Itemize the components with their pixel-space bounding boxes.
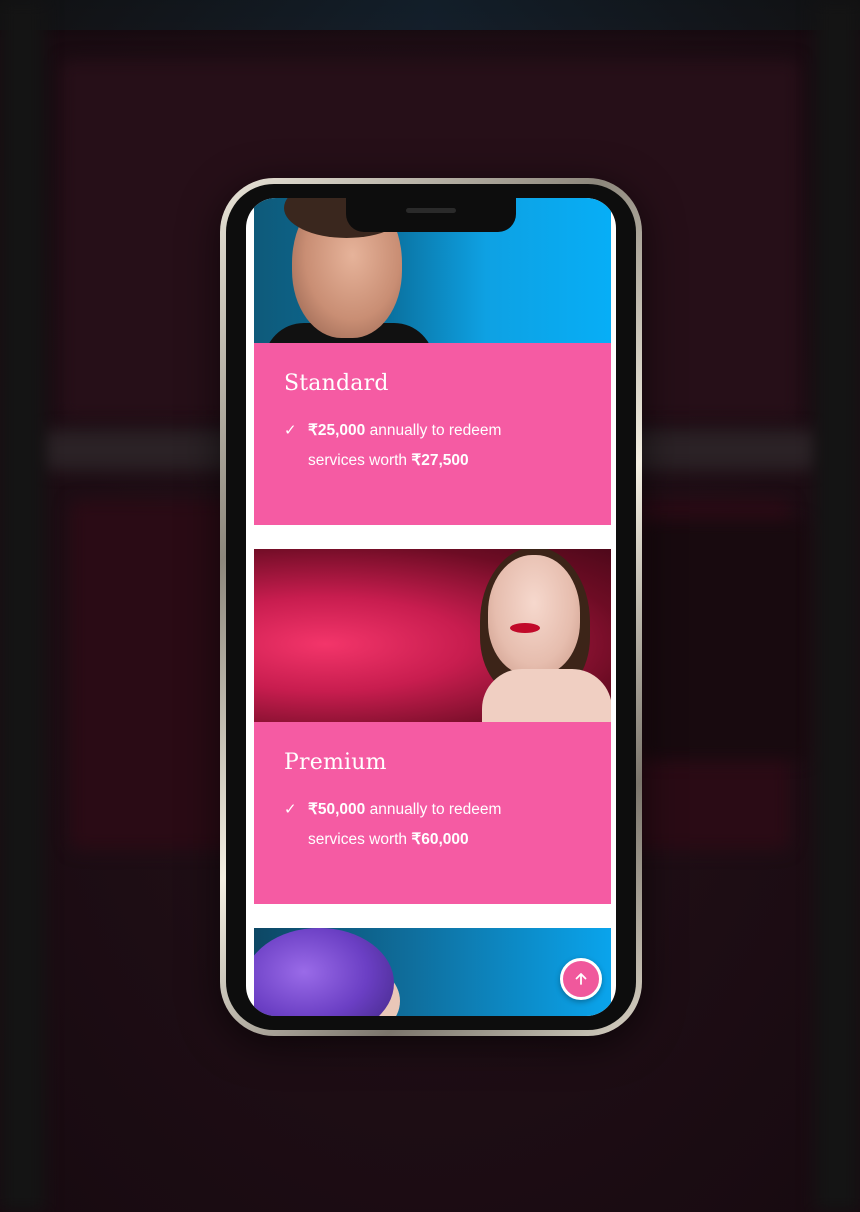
plan-amount: ₹50,000 xyxy=(308,801,366,818)
plan-worth-prefix: services worth xyxy=(308,831,412,848)
background-edge xyxy=(0,0,45,1212)
plan-amount: ₹25,000 xyxy=(308,422,366,439)
speaker-grille xyxy=(406,208,456,213)
plan-image-purple-hair xyxy=(254,928,611,1016)
phone-mockup: Standard ✓ ₹25,000 annually to redeem se… xyxy=(220,178,642,1036)
plan-image-woman xyxy=(254,549,611,722)
check-icon: ✓ xyxy=(284,422,297,439)
plan-amount-suffix: annually to redeem xyxy=(365,422,502,439)
image-figure xyxy=(482,669,611,722)
image-figure xyxy=(488,555,580,675)
plan-card-standard[interactable]: Standard ✓ ₹25,000 annually to redeem se… xyxy=(254,198,611,525)
background-band xyxy=(0,0,860,30)
plan-title: Premium xyxy=(284,750,387,775)
image-figure xyxy=(254,928,394,1016)
plan-worth: ₹27,500 xyxy=(411,452,469,469)
plan-amount-suffix: annually to redeem xyxy=(365,801,502,818)
phone-notch xyxy=(346,198,516,232)
scroll-to-top-button[interactable] xyxy=(560,958,602,1000)
plan-card-premium[interactable]: Premium ✓ ₹50,000 annually to redeem ser… xyxy=(254,549,611,904)
plan-feature: ✓ ₹25,000 annually to redeem services wo… xyxy=(284,416,581,476)
plan-card-partial[interactable] xyxy=(254,928,611,1016)
background-edge xyxy=(815,0,860,1212)
plan-feature-text: ₹25,000 annually to redeem services wort… xyxy=(308,416,501,476)
image-figure xyxy=(510,623,540,633)
plan-worth-prefix: services worth xyxy=(308,452,412,469)
arrow-up-icon xyxy=(575,973,587,985)
plan-feature-text: ₹50,000 annually to redeem services wort… xyxy=(308,795,501,855)
phone-screen: Standard ✓ ₹25,000 annually to redeem se… xyxy=(246,198,616,1016)
background-block xyxy=(640,520,810,760)
plan-title: Standard xyxy=(284,371,389,396)
plan-body: Standard ✓ ₹25,000 annually to redeem se… xyxy=(254,343,611,525)
plan-body: Premium ✓ ₹50,000 annually to redeem ser… xyxy=(254,722,611,904)
plan-worth: ₹60,000 xyxy=(411,831,469,848)
check-icon: ✓ xyxy=(284,801,297,818)
plan-feature: ✓ ₹50,000 annually to redeem services wo… xyxy=(284,795,581,855)
